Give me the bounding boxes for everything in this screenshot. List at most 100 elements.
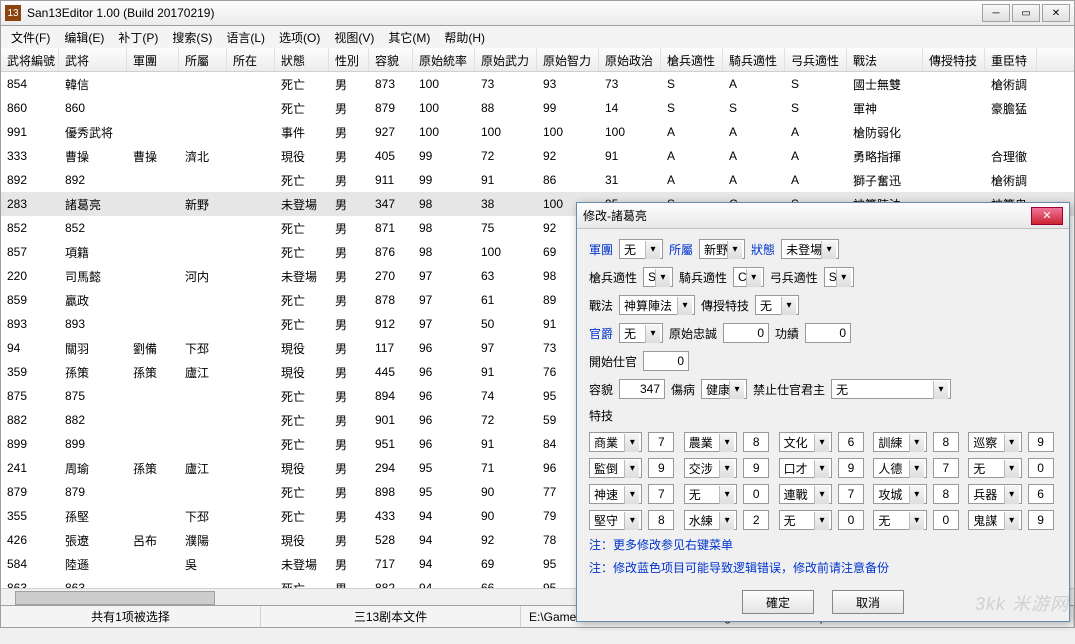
table-row[interactable]: 892892死亡男91199918631AAA獅子奮迅槍術調 [1,168,1074,192]
skill-combo[interactable]: 无 [684,484,737,504]
column-header[interactable]: 原始智力 [537,48,599,71]
column-header[interactable]: 原始武力 [475,48,537,71]
scrollbar-thumb[interactable] [15,591,215,605]
skill-value[interactable] [743,458,769,478]
table-row[interactable]: 854韓信死亡男873100739373SAS國士無雙槍術調 [1,72,1074,96]
label-teji: 特技 [589,407,613,424]
column-header[interactable]: 性別 [329,48,369,71]
skill-value[interactable] [933,458,959,478]
skill-value[interactable] [648,510,674,530]
input-kaishi[interactable] [643,351,689,371]
menu-item-7[interactable]: 其它(M) [382,27,436,48]
menu-item-8[interactable]: 帮助(H) [438,27,491,48]
skill-value[interactable] [1028,510,1054,530]
skill-value[interactable] [838,458,864,478]
column-header[interactable]: 槍兵適性 [661,48,723,71]
column-header[interactable]: 原始政治 [599,48,661,71]
menu-item-5[interactable]: 选项(O) [273,27,326,48]
skill-combo[interactable]: 神速 [589,484,642,504]
column-header[interactable]: 原始統率 [413,48,475,71]
column-header[interactable]: 所屬 [179,48,227,71]
skill-combo[interactable]: 口才 [779,458,832,478]
skill-value[interactable] [1028,484,1054,504]
combo-zhuangtai[interactable]: 未登場 [781,239,839,259]
cell: 879 [1,482,59,502]
input-gongji[interactable] [805,323,851,343]
skill-value[interactable] [838,510,864,530]
column-header[interactable]: 弓兵適性 [785,48,847,71]
skill-combo[interactable]: 堅守 [589,510,642,530]
skill-value[interactable] [648,458,674,478]
cell: 220 [1,266,59,286]
table-row[interactable]: 991優秀武将事件男927100100100100AAA槍防弱化 [1,120,1074,144]
menu-item-2[interactable]: 补丁(P) [112,27,164,48]
column-header[interactable]: 所在 [227,48,275,71]
skill-combo[interactable]: 攻城 [873,484,926,504]
skill-combo[interactable]: 農業 [684,432,737,452]
maximize-button[interactable]: ▭ [1012,4,1040,22]
table-row[interactable]: 860860死亡男879100889914SSS軍神豪膽猛 [1,96,1074,120]
combo-qi[interactable]: C [733,267,764,287]
skill-value[interactable] [838,484,864,504]
column-header[interactable]: 武将 [59,48,127,71]
combo-jinzhi[interactable]: 无 [831,379,951,399]
skill-combo[interactable]: 人德 [873,458,926,478]
combo-zhanfa[interactable]: 神算陣法 [619,295,695,315]
combo-gong[interactable]: S [824,267,854,287]
skill-combo[interactable]: 文化 [779,432,832,452]
skill-combo[interactable]: 商業 [589,432,642,452]
minimize-button[interactable]: ─ [982,4,1010,22]
column-header[interactable]: 重臣特 [985,48,1037,71]
skill-combo[interactable]: 交涉 [684,458,737,478]
skill-value[interactable] [1028,432,1054,452]
skill-combo[interactable]: 訓練 [873,432,926,452]
cancel-button[interactable]: 取消 [832,590,904,614]
skill-combo[interactable]: 巡察 [968,432,1021,452]
skill-value[interactable] [933,510,959,530]
skill-combo[interactable]: 无 [968,458,1021,478]
input-zhongcheng[interactable] [723,323,769,343]
skill-value[interactable] [648,484,674,504]
combo-juntuan[interactable]: 无 [619,239,663,259]
combo-qiang[interactable]: S [643,267,673,287]
skill-value[interactable] [743,510,769,530]
skill-combo[interactable]: 兵器 [968,484,1021,504]
column-header[interactable]: 軍團 [127,48,179,71]
skill-combo[interactable]: 監倒 [589,458,642,478]
menu-item-0[interactable]: 文件(F) [5,27,56,48]
skill-value[interactable] [838,432,864,452]
cell [179,105,227,111]
cell: 男 [329,577,369,589]
column-header[interactable]: 容貌 [369,48,413,71]
column-header[interactable]: 武将編號 [1,48,59,71]
skill-combo[interactable]: 鬼謀 [968,510,1021,530]
skill-value[interactable] [1028,458,1054,478]
menu-item-4[interactable]: 语言(L) [220,27,271,48]
combo-suoshu[interactable]: 新野 [699,239,745,259]
combo-shangbing[interactable]: 健康 [701,379,747,399]
skill-value[interactable] [933,484,959,504]
skill-combo[interactable]: 无 [873,510,926,530]
menu-item-6[interactable]: 视图(V) [328,27,380,48]
ok-button[interactable]: 確定 [742,590,814,614]
column-header[interactable]: 騎兵適性 [723,48,785,71]
skill-combo[interactable]: 連戰 [779,484,832,504]
close-button[interactable]: ✕ [1042,4,1070,22]
column-header[interactable]: 狀態 [275,48,329,71]
combo-guanjue[interactable]: 无 [619,323,663,343]
skill-value[interactable] [743,432,769,452]
skill-combo[interactable]: 无 [779,510,832,530]
table-row[interactable]: 333曹操曹操濟北現役男40599729291AAA勇略指揮合理徹 [1,144,1074,168]
input-rongmao[interactable] [619,379,665,399]
column-header[interactable]: 傳授特技 [923,48,985,71]
combo-chuanshou[interactable]: 无 [755,295,799,315]
skill-value[interactable] [648,432,674,452]
skill-value[interactable] [743,484,769,504]
menu-item-1[interactable]: 编辑(E) [58,27,110,48]
skill-value[interactable] [933,432,959,452]
cell: 死亡 [275,73,329,96]
menu-item-3[interactable]: 搜索(S) [166,27,218,48]
skill-combo[interactable]: 水練 [684,510,737,530]
dialog-close-button[interactable]: ✕ [1031,207,1063,225]
column-header[interactable]: 戰法 [847,48,923,71]
